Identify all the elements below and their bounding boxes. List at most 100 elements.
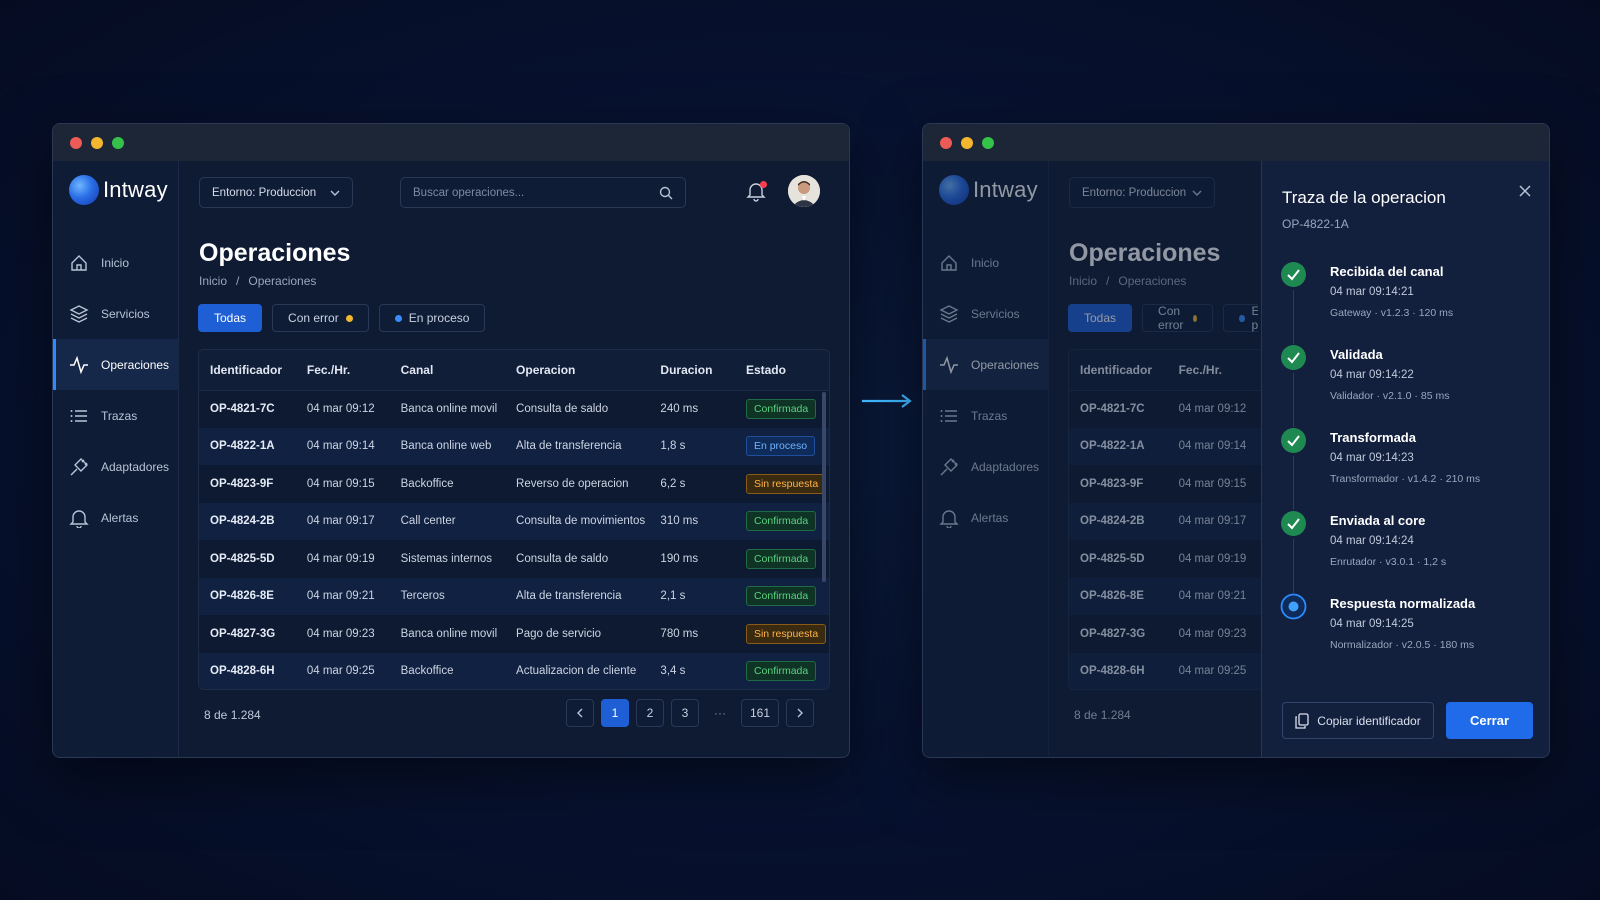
notifications-button[interactable] <box>745 180 769 204</box>
tab-todas[interactable]: Todas <box>198 304 263 332</box>
table-row[interactable]: OP-4827-3G 04 mar 09:23 Banca online mov… <box>199 615 829 653</box>
sidebar-item-adaptadores[interactable]: Adaptadores <box>53 441 178 492</box>
column-header[interactable]: Canal <box>389 350 506 391</box>
table-row[interactable]: OP-4821-7C 04 mar 09:12 Banca online mov… <box>199 390 829 428</box>
column-header[interactable]: Identificador <box>1069 350 1168 391</box>
brand-logo[interactable]: Intway <box>939 175 1038 205</box>
column-header[interactable]: Fec./Hr. <box>1167 350 1263 391</box>
cell-duration: 780 ms <box>660 627 699 640</box>
table-row[interactable]: OP-4822-1A 04 mar 09:14 <box>1069 427 1263 465</box>
column-header[interactable]: Operacion <box>505 350 650 391</box>
cell-datetime: 04 mar 09:19 <box>306 552 375 565</box>
sidebar-item-alertas[interactable]: Alertas <box>923 492 1048 543</box>
page-button[interactable]: 1 <box>601 699 629 727</box>
environment-select[interactable]: Entorno: Produccion <box>1069 177 1215 208</box>
sidebar-item-label: Adaptadores <box>101 459 170 474</box>
tab-con-error[interactable]: Con error <box>272 304 369 332</box>
tab-en-proceso[interactable]: En proceso <box>1223 304 1258 332</box>
status-badge: Sin respuesta <box>745 623 827 644</box>
user-avatar[interactable] <box>788 175 820 207</box>
pagination: 1 2 3 ··· 161 <box>566 699 815 727</box>
next-page-button[interactable] <box>786 699 815 727</box>
close-window-button[interactable] <box>70 136 82 149</box>
tab-con-error[interactable]: Con error <box>1142 304 1214 332</box>
page-button[interactable]: 2 <box>636 699 664 727</box>
table-row[interactable]: OP-4824-2B 04 mar 09:17 Call center Cons… <box>199 502 829 540</box>
table-row[interactable]: OP-4825-5D 04 mar 09:19 Sistemas interno… <box>199 540 829 578</box>
maximize-window-button[interactable] <box>982 136 994 149</box>
table-row[interactable]: OP-4825-5D 04 mar 09:19 <box>1069 540 1263 578</box>
table-row[interactable]: OP-4827-3G 04 mar 09:23 <box>1069 615 1263 653</box>
copy-id-button[interactable]: Copiar identificador <box>1282 702 1434 739</box>
sidebar-item-trazas[interactable]: Trazas <box>923 390 1048 441</box>
table-row[interactable]: OP-4823-9F 04 mar 09:15 <box>1069 465 1263 503</box>
prev-page-button[interactable] <box>566 699 594 727</box>
tab-en-proceso[interactable]: En proceso <box>378 304 486 332</box>
table-scrollbar[interactable] <box>822 392 826 582</box>
cell-status: Sin respuesta <box>735 465 829 503</box>
sidebar-item-label: Inicio <box>101 255 130 270</box>
page-button[interactable]: 3 <box>671 699 699 727</box>
chevron-left-icon <box>577 708 583 718</box>
table-row[interactable]: OP-4823-9F 04 mar 09:15 Backoffice Rever… <box>199 465 829 503</box>
cell-id: OP-4825-5D <box>210 552 275 565</box>
sidebar-item-operaciones[interactable]: Operaciones <box>53 339 178 390</box>
sidebar-item-alertas[interactable]: Alertas <box>53 492 178 543</box>
page-button[interactable]: 161 <box>741 699 780 727</box>
sidebar-item-label: Operaciones <box>971 357 1040 372</box>
list-icon <box>69 406 89 426</box>
cell-id: OP-4823-9F <box>210 477 274 490</box>
table-row[interactable]: OP-4828-6H 04 mar 09:25 <box>1069 652 1263 689</box>
breadcrumb-home[interactable]: Inicio <box>199 274 227 288</box>
table-row[interactable]: OP-4828-6H 04 mar 09:25 Backoffice Actua… <box>199 652 829 689</box>
close-button[interactable]: Cerrar <box>1446 702 1533 739</box>
step-meta: Gateway · v1.2.3 · 120 ms <box>1330 307 1454 319</box>
table-row[interactable]: OP-4822-1A 04 mar 09:14 Banca online web… <box>199 427 829 465</box>
operations-window: Intway Inicio Servicios Operaciones Traz… <box>52 123 850 758</box>
cell-datetime: 04 mar 09:21 <box>295 577 390 615</box>
table-row[interactable]: OP-4826-8E 04 mar 09:21 <box>1069 577 1263 615</box>
close-window-button[interactable] <box>940 136 952 149</box>
column-header[interactable]: Fec./Hr. <box>295 350 390 391</box>
sidebar-item-adaptadores[interactable]: Adaptadores <box>923 441 1048 492</box>
cell-id: OP-4822-1A <box>1069 427 1168 465</box>
search-input[interactable] <box>413 186 643 199</box>
environment-select[interactable]: Entorno: Produccion <box>199 177 353 208</box>
sidebar-item-operaciones[interactable]: Operaciones <box>923 339 1048 390</box>
column-header[interactable]: Identificador <box>199 350 296 391</box>
sidebar-item-label: Adaptadores <box>971 459 1040 474</box>
minimize-window-button[interactable] <box>91 136 103 149</box>
sidebar-item-servicios[interactable]: Servicios <box>53 288 178 339</box>
table-row[interactable]: OP-4824-2B 04 mar 09:17 <box>1069 502 1263 540</box>
status-badge: Confirmada <box>745 399 817 419</box>
table-row[interactable]: OP-4821-7C 04 mar 09:12 <box>1069 390 1263 428</box>
cell-datetime: 04 mar 09:23 <box>306 627 375 640</box>
check-circle-icon <box>1281 428 1306 453</box>
column-header[interactable]: Duracion <box>649 350 735 391</box>
sidebar-item-inicio[interactable]: Inicio <box>53 237 178 288</box>
sidebar-item-servicios[interactable]: Servicios <box>923 288 1048 339</box>
table-row[interactable]: OP-4826-8E 04 mar 09:21 Terceros Alta de… <box>199 577 829 615</box>
close-icon[interactable] <box>1517 183 1533 199</box>
cell-channel: Terceros <box>389 577 506 615</box>
maximize-window-button[interactable] <box>112 136 124 149</box>
cell-channel: Banca online movil <box>400 627 498 640</box>
sidebar-item-label: Servicios <box>101 306 150 321</box>
cell-datetime: 04 mar 09:12 <box>306 403 375 415</box>
tab-status-dot <box>345 314 353 322</box>
timeline-connector <box>1293 290 1294 344</box>
sidebar-item-trazas[interactable]: Trazas <box>53 390 178 441</box>
arrow-right-icon <box>862 394 912 408</box>
minimize-window-button[interactable] <box>961 136 973 149</box>
brand-logo[interactable]: Intway <box>69 175 168 205</box>
tab-label: Con error <box>288 311 339 325</box>
cell-id: OP-4826-8E <box>199 577 296 615</box>
breadcrumb-home[interactable]: Inicio <box>1069 274 1097 288</box>
sidebar-item-inicio[interactable]: Inicio <box>923 237 1048 288</box>
column-header[interactable]: Estado <box>734 350 829 391</box>
tab-todas[interactable]: Todas <box>1068 304 1133 332</box>
breadcrumb-separator: / <box>1106 274 1110 288</box>
search-icon[interactable] <box>659 186 673 200</box>
cell-id: OP-4822-1A <box>199 427 296 465</box>
logo-icon <box>69 175 99 205</box>
